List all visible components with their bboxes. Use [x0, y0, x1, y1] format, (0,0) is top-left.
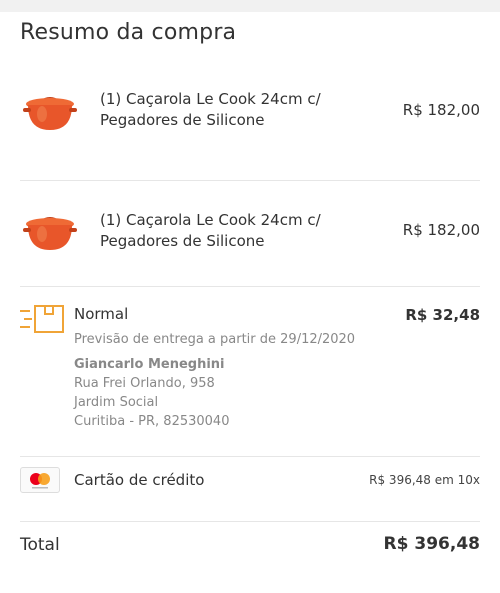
divider	[20, 521, 480, 522]
total-value: R$ 396,48	[383, 534, 480, 554]
mastercard-icon	[20, 467, 60, 493]
item-name: (1) Caçarola Le Cook 24cm c/ Pegadores d…	[100, 90, 321, 129]
shipping-price: R$ 32,48	[405, 306, 480, 324]
item-price: R$ 182,00	[402, 101, 480, 119]
item-name: (1) Caçarola Le Cook 24cm c/ Pegadores d…	[100, 211, 321, 250]
address-neighborhood: Jardim Social	[74, 395, 159, 410]
divider	[20, 286, 480, 287]
divider	[20, 456, 480, 457]
total-label: Total	[20, 535, 60, 555]
list-item: (1) Caçarola Le Cook 24cm c/ Pegadores d…	[0, 0, 500, 250]
delivery-box-icon	[20, 305, 64, 333]
payment-method: Cartão de crédito	[74, 471, 205, 489]
shipping-type: Normal	[74, 305, 129, 323]
casserole-pot-icon	[23, 97, 77, 130]
address-city: Curitiba - PR, 82530040	[74, 414, 230, 429]
address-street: Rua Frei Orlando, 958	[74, 376, 215, 391]
payment-installments: R$ 396,48 em 10x	[369, 473, 480, 487]
delivery-forecast: Previsão de entrega a partir de 29/12/20…	[74, 332, 356, 347]
casserole-pot-icon	[23, 217, 77, 250]
item-price: R$ 182,00	[402, 221, 480, 239]
recipient-name: Giancarlo Meneghini	[74, 357, 225, 372]
divider	[20, 180, 480, 181]
